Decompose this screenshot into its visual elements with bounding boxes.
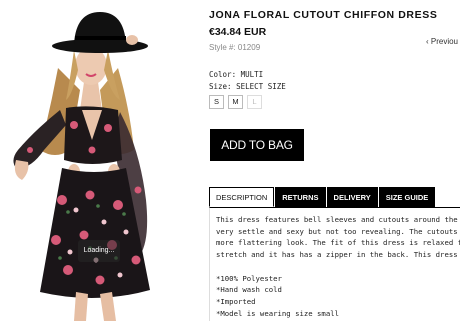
description-line: very settle and sexy but not too reveali… [216, 226, 460, 236]
product-tabs: DESCRIPTION RETURNS DELIVERY SIZE GUIDE [209, 187, 436, 207]
detail-line: *100% Polyester [216, 273, 282, 283]
detail-line: *Imported [216, 296, 256, 306]
style-number: Style #: 01209 [209, 43, 261, 52]
description-panel: This dress features bell sleeves and cut… [209, 207, 460, 321]
size-option-m[interactable]: M [228, 95, 243, 109]
size-option-l[interactable]: L [247, 95, 262, 109]
color-label: Color: MULTI [209, 70, 264, 79]
model-photo [13, 12, 150, 321]
description-line: more flattering look. The fit of this dr… [216, 238, 460, 248]
add-to-bag-button[interactable]: ADD TO BAG [210, 129, 304, 161]
detail-line: *Hand wash cold [216, 285, 282, 295]
previous-link[interactable]: ‹ Previou [426, 37, 458, 46]
tab-delivery[interactable]: DELIVERY [326, 187, 378, 207]
size-selector: S M L [209, 95, 262, 109]
product-price: €34.84 EUR [209, 26, 267, 38]
size-label: Size: SELECT SIZE [209, 82, 286, 91]
product-title: JONA FLORAL CUTOUT CHIFFON DRESS [209, 9, 438, 21]
detail-line: *Model is wearing size small [216, 308, 340, 318]
loading-overlay: Loading... [78, 240, 120, 262]
product-image[interactable]: Loading... [0, 0, 190, 321]
tab-description[interactable]: DESCRIPTION [209, 187, 275, 207]
tab-returns[interactable]: RETURNS [275, 187, 326, 207]
description-line: stretch and it has has a zipper in the b… [216, 250, 460, 260]
description-line: This dress features bell sleeves and cut… [216, 215, 460, 224]
size-option-s[interactable]: S [209, 95, 224, 109]
tab-size-guide[interactable]: SIZE GUIDE [378, 187, 436, 207]
